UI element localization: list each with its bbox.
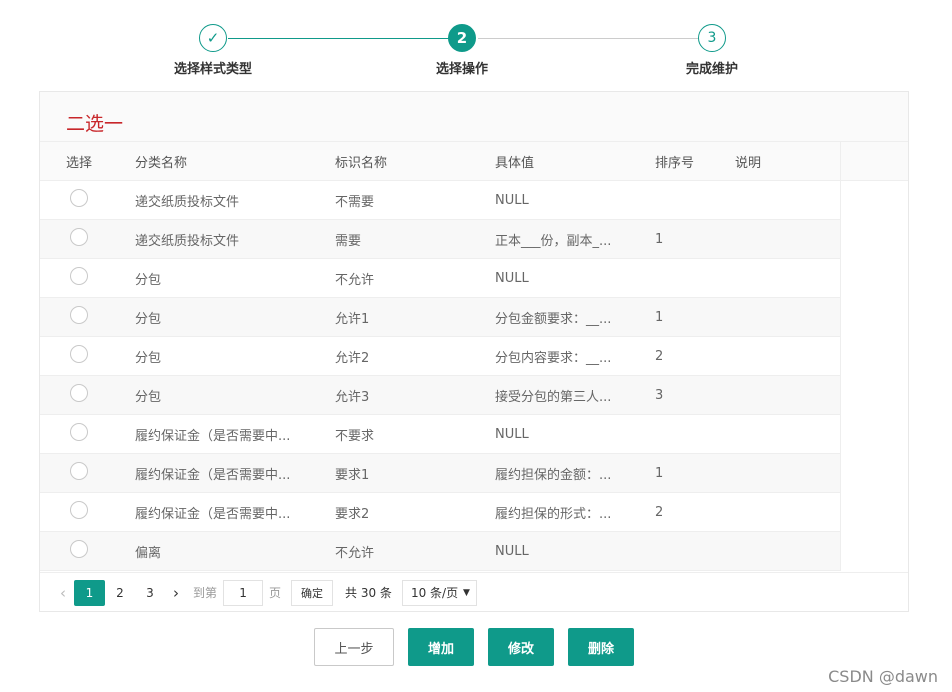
cell-category: 履约保证金（是否需要中...: [135, 428, 291, 444]
cell-identifier: 要求1: [335, 467, 370, 483]
delete-button[interactable]: 删除: [568, 628, 634, 666]
total-count: 共 30 条: [345, 586, 392, 600]
cell-identifier: 允许3: [335, 389, 370, 405]
cell-category: 履约保证金（是否需要中...: [135, 467, 291, 483]
row-radio[interactable]: [70, 540, 88, 558]
check-icon: ✓: [199, 24, 227, 52]
pagination: ‹ 1 2 3 › 到第 页 确定 共 30 条 10 条/页 ▼: [40, 572, 908, 612]
cell-identifier: 允许1: [335, 311, 370, 327]
cell-category: 分包: [135, 389, 162, 405]
header-scroll-gutter: [840, 141, 908, 181]
step-1: ✓ 选择样式类型: [153, 24, 273, 77]
page-size-value: 10 条/页: [410, 586, 459, 600]
cell-category: 偏离: [135, 545, 162, 561]
step-2-number: 2: [448, 24, 476, 52]
cell-identifier: 不需要: [335, 194, 375, 210]
cell-order: 1: [655, 465, 664, 481]
cell-category: 递交纸质投标文件: [135, 233, 240, 249]
page-button-1[interactable]: 1: [74, 579, 105, 606]
step-3-number: 3: [698, 24, 726, 52]
step-indicator: ✓ 选择样式类型 2 选择操作 3 完成维护: [0, 24, 952, 84]
table-row[interactable]: 递交纸质投标文件 不需要 NULL: [40, 181, 840, 220]
cell-identifier: 不允许: [335, 545, 375, 561]
cell-value: NULL: [495, 270, 529, 286]
cell-identifier: 要求2: [335, 506, 370, 522]
row-radio[interactable]: [70, 462, 88, 480]
page-button-3[interactable]: 3: [135, 580, 165, 606]
header-value[interactable]: 具体值: [495, 152, 655, 171]
table-header: 选择 分类名称 标识名称 具体值 排序号 说明: [40, 141, 908, 181]
step-2: 2 选择操作: [402, 24, 522, 77]
cell-value: 履约担保的形式：...: [495, 506, 612, 522]
step-1-label: 选择样式类型: [173, 62, 252, 77]
goto-confirm-button[interactable]: 确定: [291, 579, 334, 606]
action-bar: 上一步 增加 修改 删除: [0, 628, 952, 666]
cell-value: 履约担保的金额：...: [495, 467, 612, 483]
table-body: 递交纸质投标文件 不需要 NULL 递交纸质投标文件 需要 正本___份，副本_…: [40, 181, 841, 571]
cell-order: 2: [655, 504, 664, 520]
header-order[interactable]: 排序号: [655, 152, 735, 171]
cell-category: 分包: [135, 311, 162, 327]
chevron-right-icon[interactable]: ›: [165, 584, 187, 602]
goto-label: 到第: [193, 586, 218, 600]
cell-value: 分包内容要求：__...: [495, 350, 612, 366]
watermark: CSDN @dawn: [828, 667, 938, 686]
cell-identifier: 不要求: [335, 428, 375, 444]
cell-order: 1: [655, 231, 664, 247]
table-row[interactable]: 分包 允许1 分包金额要求：__... 1: [40, 298, 840, 337]
cell-value: 正本___份，副本_...: [495, 233, 612, 249]
cell-value: NULL: [495, 543, 529, 559]
header-category[interactable]: 分类名称: [135, 152, 335, 171]
cell-value: NULL: [495, 192, 529, 208]
cell-order: 3: [655, 387, 664, 403]
cell-category: 分包: [135, 272, 162, 288]
cell-identifier: 需要: [335, 233, 362, 249]
table-row[interactable]: 履约保证金（是否需要中... 要求1 履约担保的金额：... 1: [40, 454, 840, 493]
previous-step-button[interactable]: 上一步: [314, 628, 394, 666]
dropdown-arrow-icon: ▼: [463, 587, 470, 598]
cell-category: 分包: [135, 350, 162, 366]
cell-order: 1: [655, 309, 664, 325]
cell-category: 履约保证金（是否需要中...: [135, 506, 291, 522]
page-unit-label: 页: [269, 586, 282, 600]
cell-identifier: 允许2: [335, 350, 370, 366]
step-2-label: 选择操作: [435, 62, 488, 77]
page-size-select[interactable]: 10 条/页 ▼: [401, 579, 477, 606]
table-row[interactable]: 履约保证金（是否需要中... 要求2 履约担保的形式：... 2: [40, 493, 840, 532]
row-radio[interactable]: [70, 384, 88, 402]
chevron-left-icon[interactable]: ‹: [52, 584, 74, 602]
cell-value: NULL: [495, 426, 529, 442]
header-description[interactable]: 说明: [735, 152, 840, 171]
row-radio[interactable]: [70, 345, 88, 363]
header-identifier[interactable]: 标识名称: [335, 152, 495, 171]
table-row[interactable]: 分包 允许2 分包内容要求：__... 2: [40, 337, 840, 376]
row-radio[interactable]: [70, 306, 88, 324]
row-radio[interactable]: [70, 267, 88, 285]
row-radio[interactable]: [70, 501, 88, 519]
table-row[interactable]: 分包 不允许 NULL: [40, 259, 840, 298]
add-button[interactable]: 增加: [408, 628, 474, 666]
step-3: 3 完成维护: [652, 24, 772, 77]
option-panel: 二选一 选择 分类名称 标识名称 具体值 排序号 说明 递交纸质投标文件 不需要…: [39, 91, 909, 612]
table-row[interactable]: 偏离 不允许 NULL: [40, 532, 840, 571]
row-radio[interactable]: [70, 423, 88, 441]
table-row[interactable]: 履约保证金（是否需要中... 不要求 NULL: [40, 415, 840, 454]
goto-page-input[interactable]: [223, 579, 264, 606]
step-3-label: 完成维护: [685, 62, 738, 77]
cell-category: 递交纸质投标文件: [135, 194, 240, 210]
cell-value: 接受分包的第三人...: [495, 389, 612, 405]
page-button-2[interactable]: 2: [105, 580, 135, 606]
table-row[interactable]: 递交纸质投标文件 需要 正本___份，副本_... 1: [40, 220, 840, 259]
cell-value: 分包金额要求：__...: [495, 311, 612, 327]
options-table: 选择 分类名称 标识名称 具体值 排序号 说明 递交纸质投标文件 不需要 NUL…: [40, 141, 908, 571]
edit-button[interactable]: 修改: [488, 628, 554, 666]
panel-title: 二选一: [40, 92, 908, 142]
header-select: 选择: [66, 155, 93, 171]
cell-identifier: 不允许: [335, 272, 375, 288]
cell-order: 2: [655, 348, 664, 364]
row-radio[interactable]: [70, 189, 88, 207]
row-radio[interactable]: [70, 228, 88, 246]
table-row[interactable]: 分包 允许3 接受分包的第三人... 3: [40, 376, 840, 415]
